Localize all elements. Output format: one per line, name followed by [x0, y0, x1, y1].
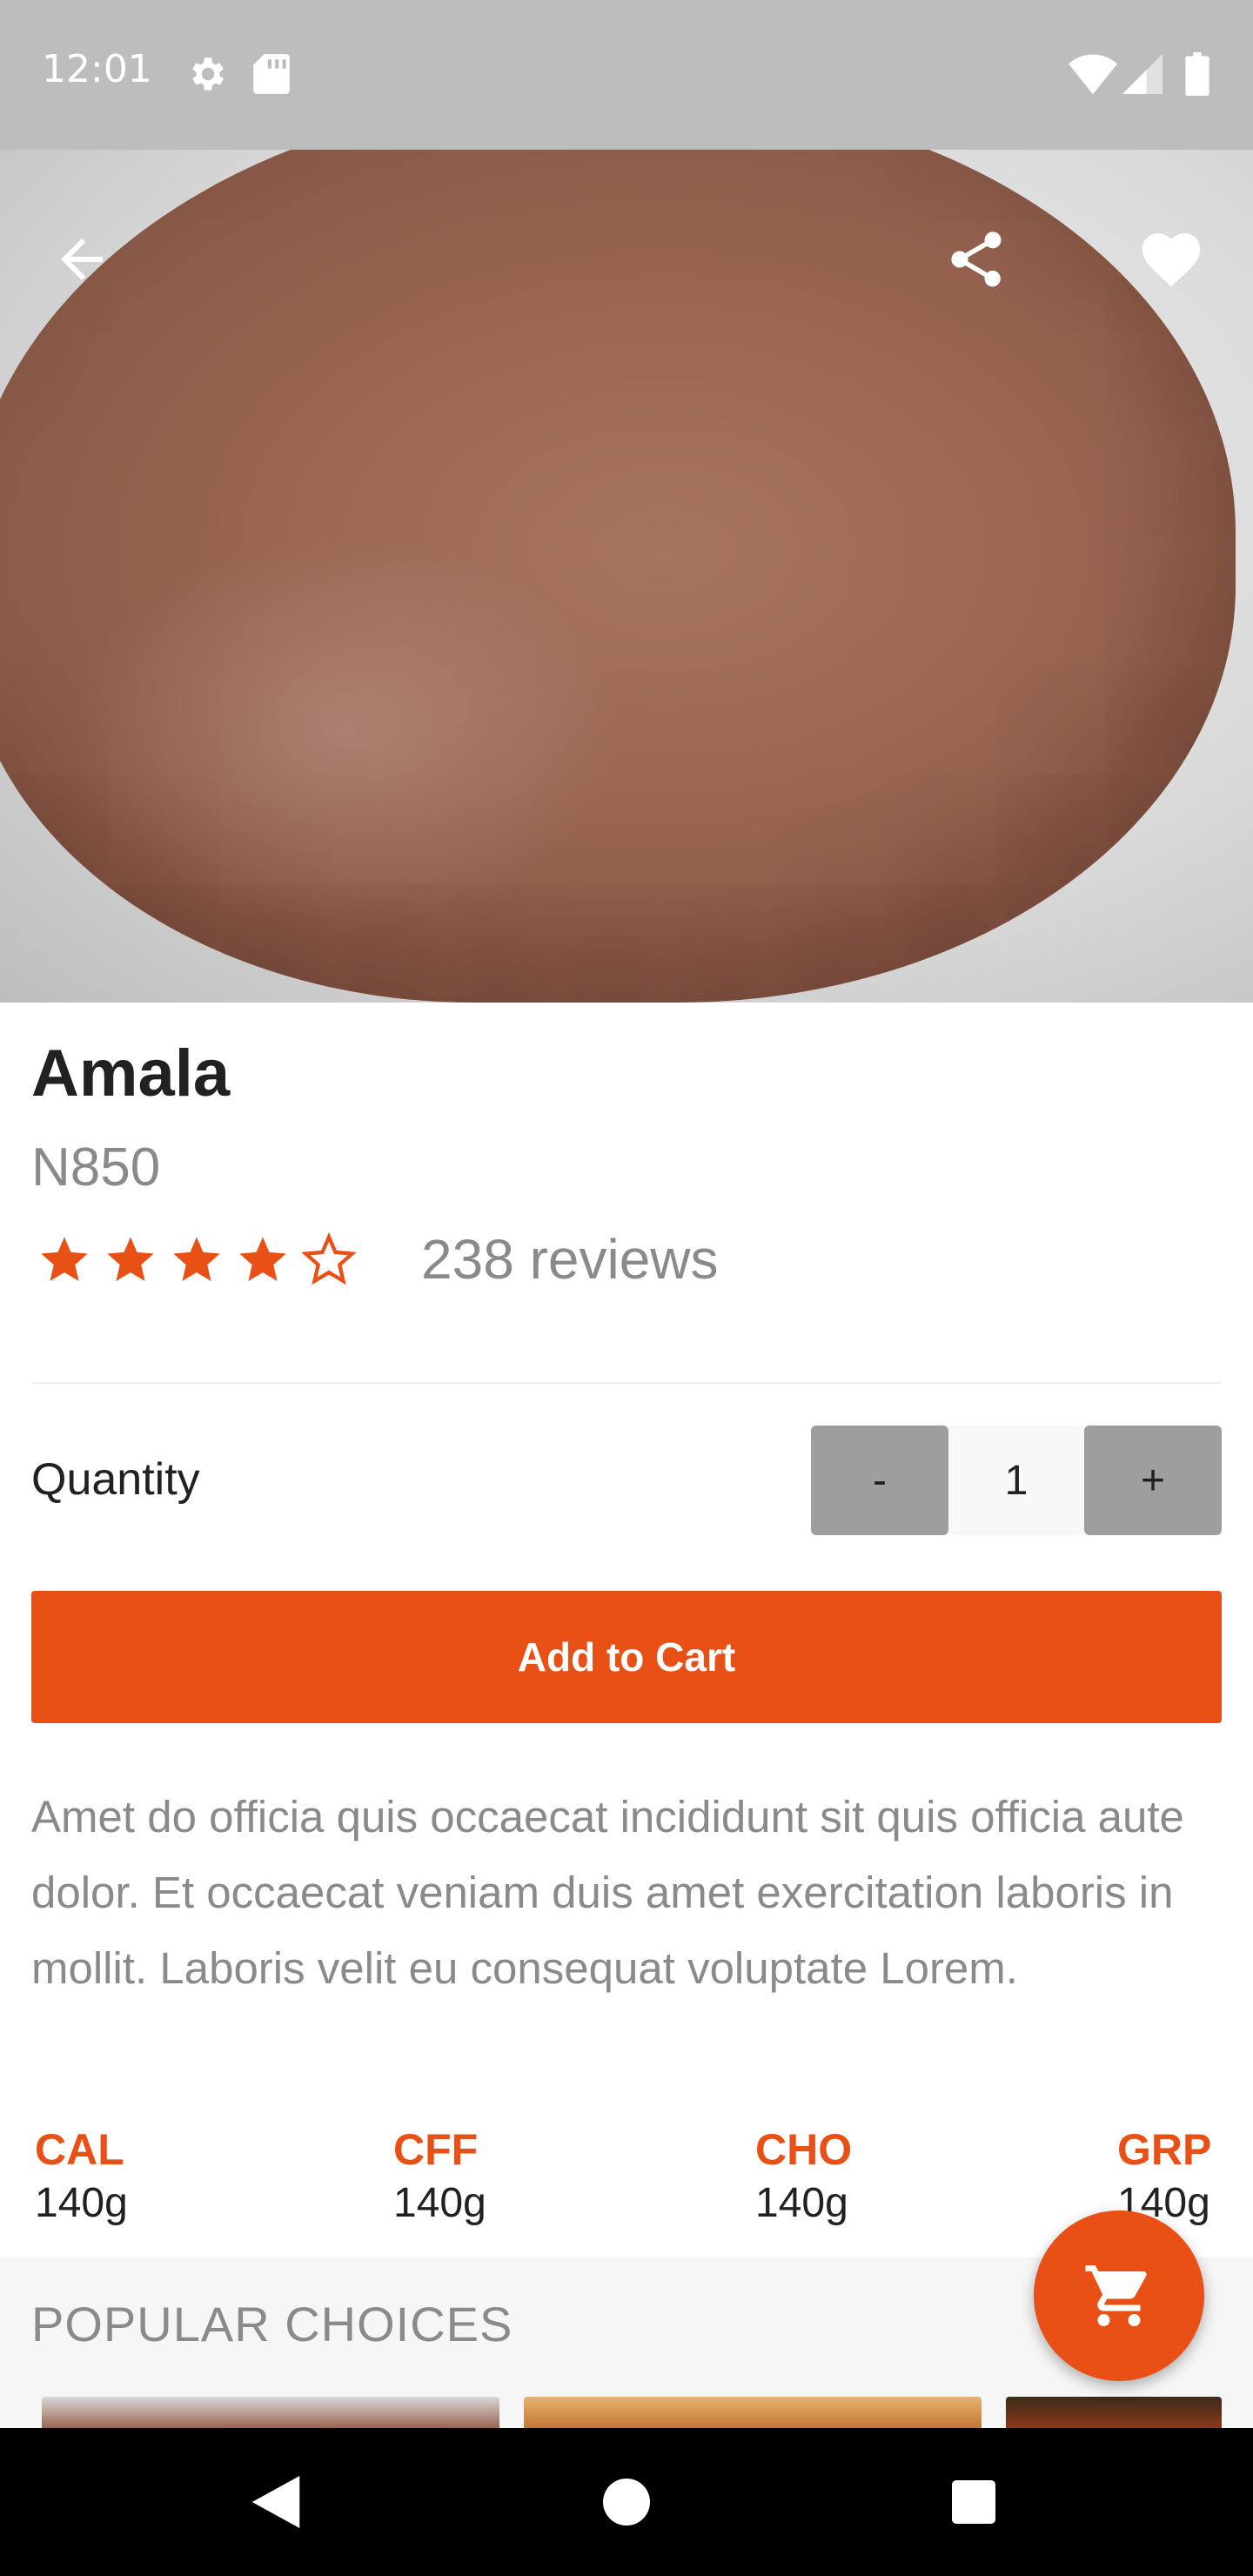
star-filled-icon [31, 1227, 97, 1293]
settings-icon [184, 52, 228, 100]
status-time: 12:01 [42, 47, 152, 91]
star-filled-icon [230, 1227, 296, 1293]
rating-stars [31, 1227, 362, 1293]
cart-fab-button[interactable] [1034, 2210, 1204, 2381]
add-to-cart-button[interactable]: Add to Cart [31, 1591, 1222, 1723]
quantity-value: 1 [948, 1426, 1084, 1535]
quantity-decrement-button[interactable]: - [811, 1426, 948, 1535]
star-outline-icon [296, 1227, 362, 1293]
product-name: Amala [31, 1036, 231, 1110]
wifi-icon [1069, 52, 1117, 100]
popular-item-thumbnail[interactable] [1006, 2397, 1222, 2428]
nutrient-key: CFF [393, 2125, 479, 2174]
status-bar: 12:01 [0, 0, 1253, 150]
star-filled-icon [97, 1227, 164, 1293]
sd-card-icon [252, 52, 291, 100]
cart-icon [1085, 2265, 1147, 2326]
nav-home-icon[interactable] [587, 2463, 666, 2541]
popular-choices-title: POPULAR CHOICES [31, 2297, 513, 2351]
nutrient-cal: CAL 140g [35, 2123, 128, 2231]
nutrient-value: 140g [755, 2180, 848, 2226]
popular-item-thumbnail[interactable] [42, 2397, 499, 2428]
product-description: Amet do officia quis occaecat incididunt… [31, 1792, 1184, 1993]
nav-back-icon[interactable] [237, 2463, 315, 2541]
amala-photo [0, 150, 1236, 1003]
nutrient-key: CAL [35, 2125, 124, 2174]
reviews-count[interactable]: 238 reviews [421, 1227, 719, 1291]
nutrient-value: 140g [35, 2180, 128, 2226]
product-image [0, 150, 1253, 1003]
nutrient-cff: CFF 140g [393, 2123, 486, 2231]
heart-icon[interactable] [1128, 216, 1215, 303]
product-price: N850 [31, 1137, 161, 1197]
nutrient-key: CHO [755, 2125, 853, 2174]
share-icon[interactable] [933, 216, 1020, 303]
battery-icon [1185, 52, 1209, 100]
cell-signal-icon [1122, 52, 1163, 100]
nav-recents-icon[interactable] [935, 2463, 1013, 2541]
system-nav-bar [0, 2428, 1253, 2576]
star-filled-icon [164, 1227, 230, 1293]
quantity-label: Quantity [31, 1454, 200, 1505]
nutrient-value: 140g [393, 2180, 486, 2226]
nutrient-cho: CHO 140g [755, 2123, 852, 2231]
divider [31, 1382, 1222, 1384]
quantity-increment-button[interactable]: + [1084, 1426, 1222, 1535]
popular-item-thumbnail[interactable] [524, 2397, 982, 2428]
back-arrow-icon[interactable] [38, 216, 125, 303]
nutrient-key: GRP [1117, 2125, 1212, 2174]
